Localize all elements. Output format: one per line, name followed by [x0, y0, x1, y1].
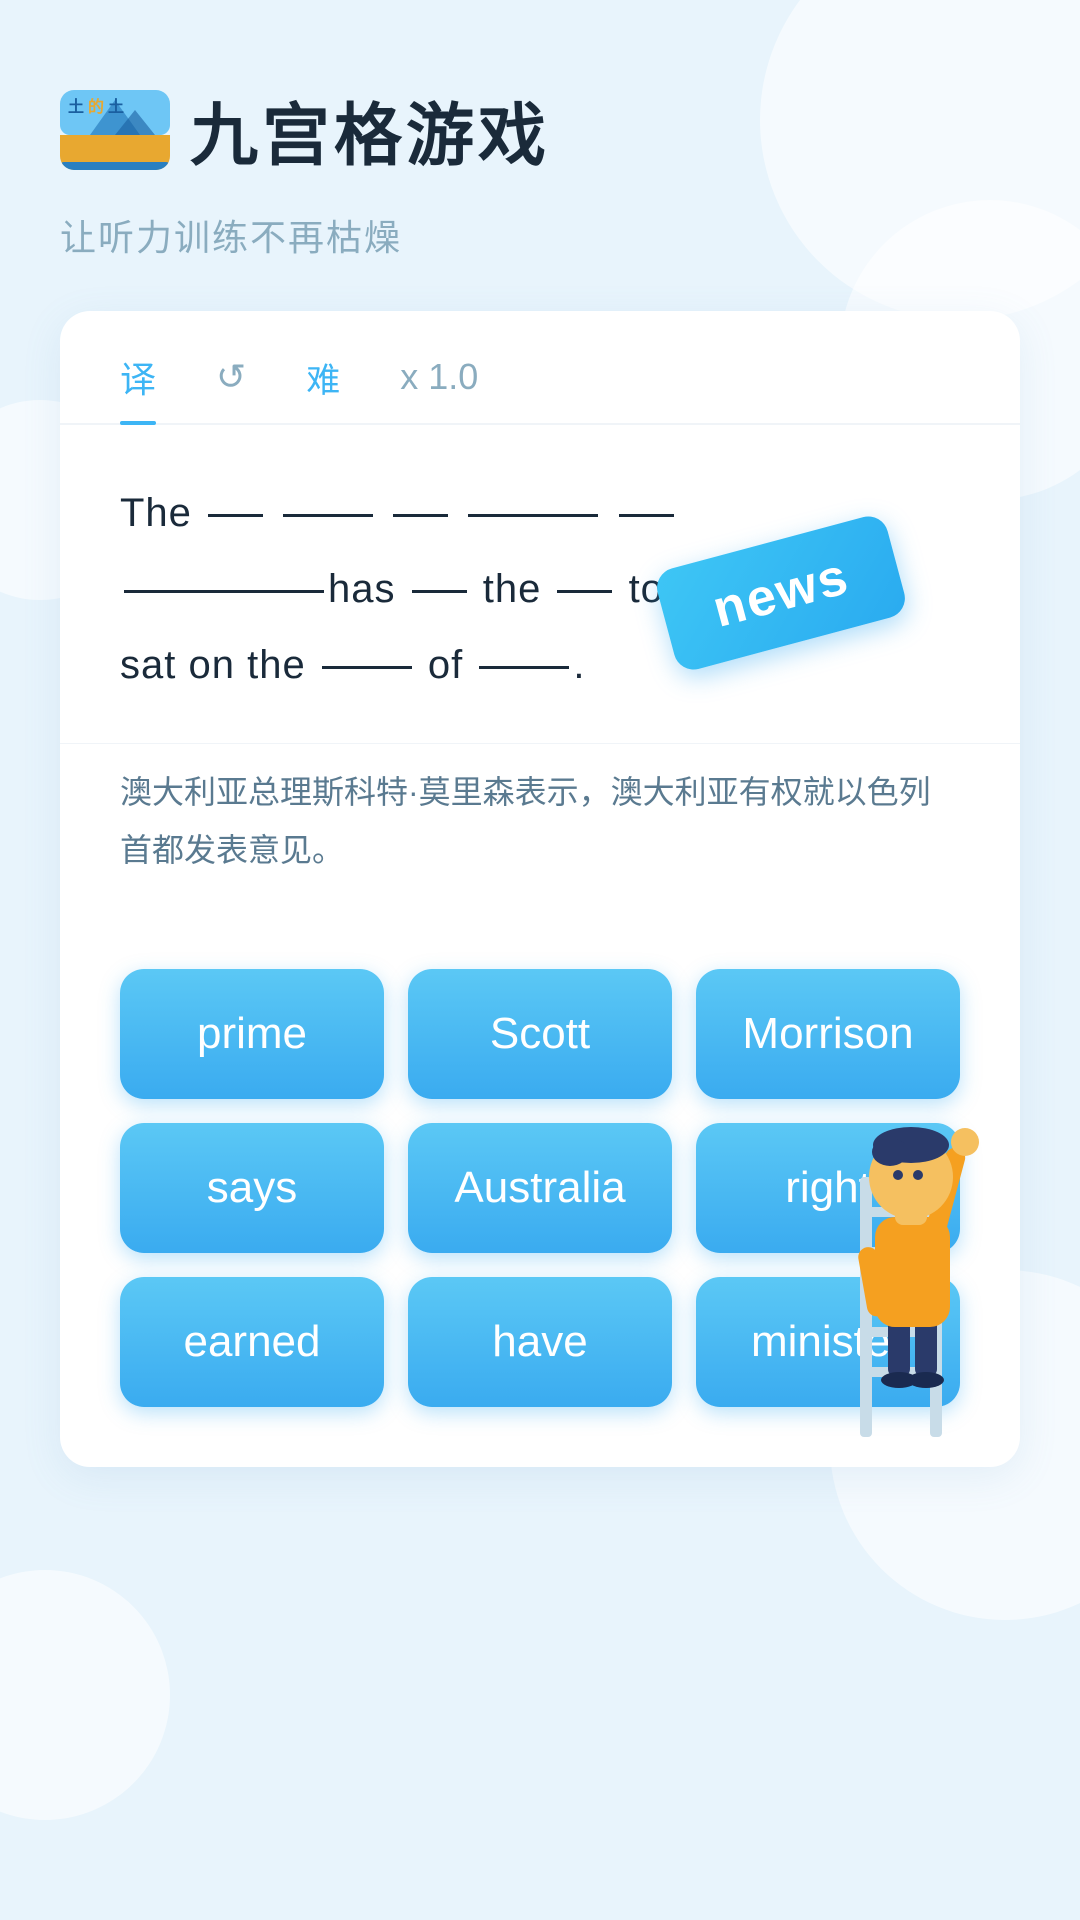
- blank-6: [124, 590, 324, 593]
- blank-8: [557, 590, 612, 593]
- word-btn-morrison[interactable]: Morrison: [696, 969, 960, 1099]
- subtitle: 让听力训练不再枯燥: [60, 209, 1020, 261]
- blank-10: [322, 666, 412, 669]
- word-btn-earned[interactable]: earned: [120, 1277, 384, 1407]
- bg-blob-4: [0, 1570, 170, 1820]
- tab-speed-label: x 1.0: [400, 356, 478, 398]
- word-btn-minister[interactable]: minister: [696, 1277, 960, 1407]
- word-btn-scott[interactable]: Scott: [408, 969, 672, 1099]
- app-title: 九宫格游戏: [190, 80, 550, 179]
- blank-1: [208, 514, 263, 517]
- app-logo: 土 的 土: [60, 90, 170, 170]
- svg-text:土: 土: [68, 97, 84, 116]
- tab-difficulty-label: 难: [306, 353, 340, 402]
- tab-bar: 译 ↺ 难 x 1.0: [60, 311, 1020, 425]
- svg-text:土: 土: [108, 97, 124, 116]
- tab-speed[interactable]: x 1.0: [400, 356, 478, 418]
- svg-text:的: 的: [88, 97, 104, 116]
- blank-3: [393, 514, 448, 517]
- tab-translate[interactable]: 译: [120, 351, 156, 423]
- translation-area: 澳大利亚总理斯科特·莫里森表示，澳大利亚有权就以色列首都发表意见。: [60, 743, 1020, 919]
- blank-2: [283, 514, 373, 517]
- translation-text: 澳大利亚总理斯科特·莫里森表示，澳大利亚有权就以色列首都发表意见。: [120, 764, 960, 879]
- blank-4: [468, 514, 598, 517]
- header: 土 的 土 九宫格游戏: [60, 80, 1020, 179]
- word-btn-prime[interactable]: prime: [120, 969, 384, 1099]
- blank-7: [412, 590, 467, 593]
- tab-translate-label: 译: [120, 351, 156, 403]
- tab-replay[interactable]: ↺: [216, 356, 246, 418]
- main-card: 译 ↺ 难 x 1.0 The has: [60, 311, 1020, 1467]
- blank-11: [479, 666, 569, 669]
- word-btn-right[interactable]: right: [696, 1123, 960, 1253]
- word-grid: prime Scott Morrison says Australia righ…: [60, 919, 1020, 1467]
- blank-5: [619, 514, 674, 517]
- tab-difficulty[interactable]: 难: [306, 353, 340, 422]
- tab-replay-icon: ↺: [216, 356, 246, 398]
- word-btn-says[interactable]: says: [120, 1123, 384, 1253]
- word-btn-australia[interactable]: Australia: [408, 1123, 672, 1253]
- word-btn-have[interactable]: have: [408, 1277, 672, 1407]
